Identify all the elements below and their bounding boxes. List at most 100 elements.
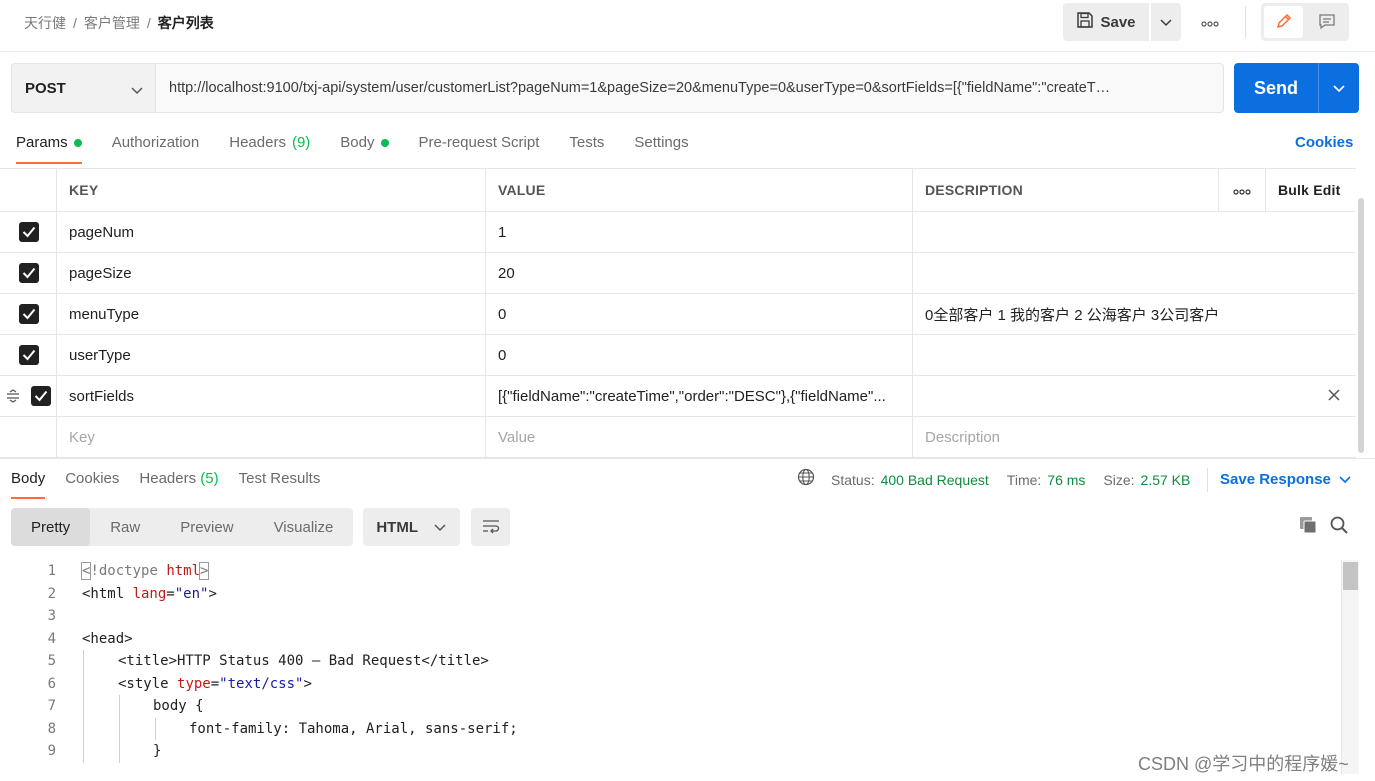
param-description-cell[interactable] — [912, 253, 1356, 293]
tab-label: Tests — [569, 134, 605, 151]
more-actions-button[interactable] — [1197, 10, 1223, 34]
save-button[interactable]: Save — [1063, 3, 1149, 41]
code-text: <title>HTTP Status 400 – Bad Request</ti… — [118, 653, 489, 669]
header-checkbox-cell — [0, 169, 57, 211]
view-pretty-button[interactable]: Pretty — [11, 508, 91, 546]
cookies-link[interactable]: Cookies — [1295, 134, 1353, 151]
line-number: 2 — [47, 585, 56, 602]
request-tabs: Params Authorization Headers (9) Body Pre… — [16, 134, 719, 164]
save-response-button[interactable]: Save Response — [1220, 471, 1351, 488]
view-preview-button[interactable]: Preview — [160, 508, 253, 546]
new-key-input[interactable]: Key — [56, 417, 485, 457]
header-key: KEY — [56, 169, 485, 211]
param-description-cell[interactable] — [912, 376, 1356, 416]
close-icon[interactable] — [1328, 388, 1340, 404]
status-value[interactable]: 400 Bad Request — [881, 472, 989, 488]
line-number: 8 — [47, 720, 56, 737]
comments-mode-button[interactable] — [1307, 6, 1346, 38]
tab-authorization[interactable]: Authorization — [112, 134, 200, 164]
tab-headers[interactable]: Headers (9) — [229, 134, 310, 164]
params-table: KEY VALUE DESCRIPTION Bulk Edit pageNum … — [0, 168, 1356, 458]
wrap-lines-button[interactable] — [471, 508, 511, 546]
params-scrollbar[interactable] — [1357, 168, 1365, 458]
param-value-cell[interactable]: 0 — [485, 335, 913, 375]
param-description-cell[interactable]: 0全部客户 1 我的客户 2 公海客户 3公司客户 — [912, 294, 1356, 334]
language-select[interactable]: HTML — [363, 508, 461, 546]
response-code-view[interactable]: 1 <!doctype html> 2 <html lang="en"> 3 4… — [0, 560, 1340, 770]
edit-mode-button[interactable] — [1264, 6, 1303, 38]
search-icon[interactable] — [1329, 515, 1349, 538]
tab-label: Headers — [229, 134, 286, 151]
editor-mode-toggle — [1261, 3, 1349, 41]
save-response-label: Save Response — [1220, 471, 1331, 488]
row-checkbox-cell — [0, 335, 57, 375]
scrollbar-thumb[interactable] — [1358, 198, 1364, 453]
code-line: 7 body { — [0, 695, 1340, 718]
tab-body[interactable]: Body — [340, 134, 389, 164]
code-line: 8 font-family: Tahoma, Arial, sans-serif… — [0, 717, 1340, 740]
scrollbar-thumb[interactable] — [1343, 562, 1358, 590]
status-dot — [380, 139, 389, 147]
table-row: menuType 0 0全部客户 1 我的客户 2 公海客户 3公司客户 — [0, 294, 1356, 335]
tab-test-results[interactable]: Test Results — [239, 470, 321, 499]
line-number: 9 — [47, 743, 56, 759]
globe-icon[interactable] — [797, 468, 815, 489]
code-text: <style type="text/css"> — [118, 675, 312, 692]
bulk-edit-button[interactable]: Bulk Edit — [1265, 169, 1356, 211]
new-value-input[interactable]: Value — [485, 417, 913, 457]
param-value-cell[interactable]: 0 — [485, 294, 913, 334]
breadcrumb-collection[interactable]: 客户管理 — [84, 13, 140, 33]
code-scrollbar[interactable] — [1341, 560, 1359, 774]
param-key-cell[interactable]: userType — [56, 335, 485, 375]
breadcrumb-workspace[interactable]: 天行健 — [24, 13, 66, 33]
time-label: Time: — [1006, 471, 1042, 488]
line-number: 6 — [47, 675, 56, 692]
param-value-text: [{"fieldName":"createTime","order":"DESC… — [498, 387, 886, 405]
checkbox-checked-icon[interactable] — [18, 304, 39, 324]
tab-response-headers[interactable]: Headers (5) — [139, 470, 218, 499]
code-line: 2 <html lang="en"> — [0, 583, 1340, 606]
code-text: <head> — [82, 630, 133, 647]
param-key-cell[interactable]: pageNum — [56, 212, 485, 252]
checkbox-checked-icon[interactable] — [30, 386, 51, 406]
param-key-cell[interactable]: sortFields — [56, 376, 485, 416]
size-value[interactable]: 2.57 KB — [1141, 472, 1191, 488]
time-value[interactable]: 76 ms — [1047, 472, 1085, 488]
new-description-input[interactable]: Description — [912, 417, 1356, 457]
tab-params[interactable]: Params — [16, 134, 82, 164]
checkbox-checked-icon[interactable] — [18, 345, 39, 365]
url-input[interactable]: http://localhost:9100/txj-api/system/use… — [156, 63, 1224, 113]
param-key-cell[interactable]: menuType — [56, 294, 485, 334]
param-value-cell[interactable]: 1 — [485, 212, 913, 252]
param-key-cell[interactable]: pageSize — [56, 253, 485, 293]
chevron-down-icon — [131, 82, 143, 99]
checkbox-checked-icon[interactable] — [18, 222, 39, 242]
send-button[interactable]: Send — [1234, 63, 1318, 113]
view-raw-button[interactable]: Raw — [90, 508, 160, 546]
response-meta: Status: 400 Bad Request Time: 76 ms Size… — [797, 468, 1202, 489]
view-visualize-button[interactable]: Visualize — [254, 508, 354, 546]
column-options-button[interactable] — [1218, 169, 1265, 211]
param-value-cell[interactable]: [{"fieldName":"createTime","order":"DESC… — [485, 376, 913, 416]
send-options-button[interactable] — [1318, 63, 1358, 113]
tab-settings[interactable]: Settings — [634, 134, 688, 164]
indent-guide — [83, 672, 84, 695]
save-options-button[interactable] — [1151, 3, 1181, 41]
method-select[interactable]: POST — [11, 63, 156, 113]
checkbox-checked-icon[interactable] — [18, 263, 39, 283]
param-description-cell[interactable] — [912, 335, 1356, 375]
param-description-cell[interactable] — [912, 212, 1356, 252]
row-checkbox-cell — [0, 212, 57, 252]
divider — [1245, 6, 1246, 38]
code-line: 4 <head> — [0, 628, 1340, 651]
param-value-cell[interactable]: 20 — [485, 253, 913, 293]
drag-handle-icon[interactable] — [6, 389, 20, 407]
indent-guide — [83, 650, 84, 673]
code-line: 5 <title>HTTP Status 400 – Bad Request</… — [0, 650, 1340, 673]
tab-tests[interactable]: Tests — [569, 134, 604, 164]
tab-response-cookies[interactable]: Cookies — [65, 470, 119, 499]
copy-icon[interactable] — [1298, 515, 1318, 538]
breadcrumb-request-name[interactable]: 客户列表 — [158, 13, 214, 33]
tab-pre-request-script[interactable]: Pre-request Script — [419, 134, 540, 164]
tab-response-body[interactable]: Body — [11, 470, 46, 499]
